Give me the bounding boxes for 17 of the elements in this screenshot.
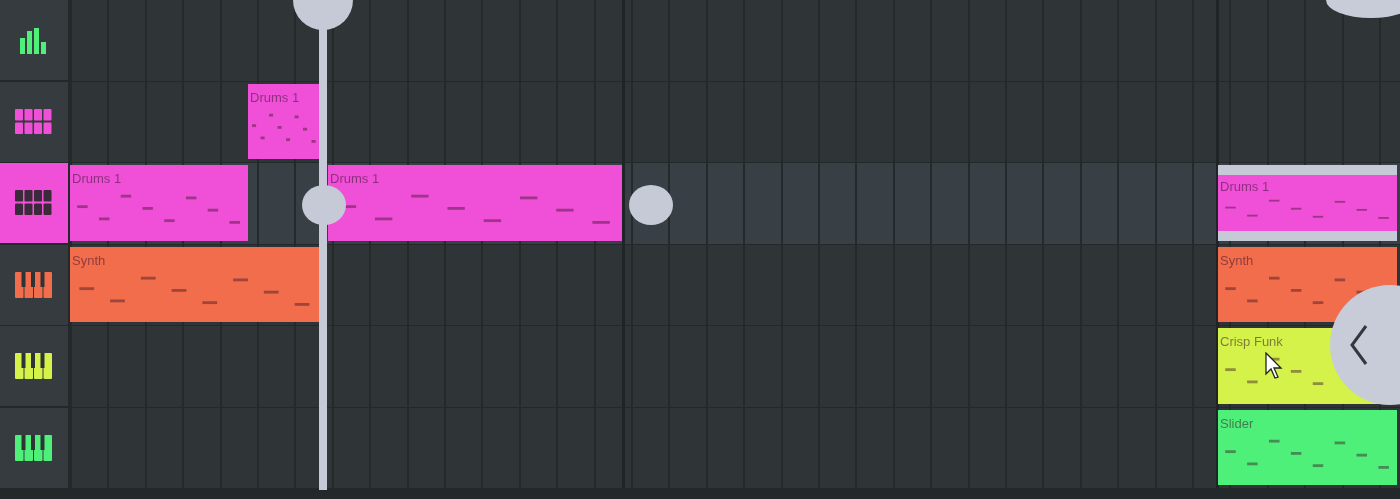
chevron-left-icon [1348,323,1370,367]
clip-label: Synth [72,252,107,268]
clip-label: Synth [1220,252,1255,268]
pattern-clip[interactable]: Drums 1 [1218,165,1397,241]
clip-label: Drums 1 [1220,179,1271,194]
pattern-clip[interactable]: Drums 1 [328,165,622,241]
pattern-clip[interactable]: Slider [1218,409,1397,485]
clip-label: Drums 1 [330,171,381,186]
clip-label: Drums 1 [72,171,123,186]
pattern-clip[interactable]: Drums 1 [248,83,320,159]
mouse-pointer-icon [1265,352,1285,380]
clip-label: Drums 1 [250,89,301,105]
clip-label: Slider [1220,415,1255,431]
drum-pads-icon [15,190,53,216]
clip-label: Crisp Funk [1220,334,1284,349]
pattern-clip[interactable]: Synth [70,246,320,322]
pattern-clip[interactable]: Drums 1 [70,165,248,241]
